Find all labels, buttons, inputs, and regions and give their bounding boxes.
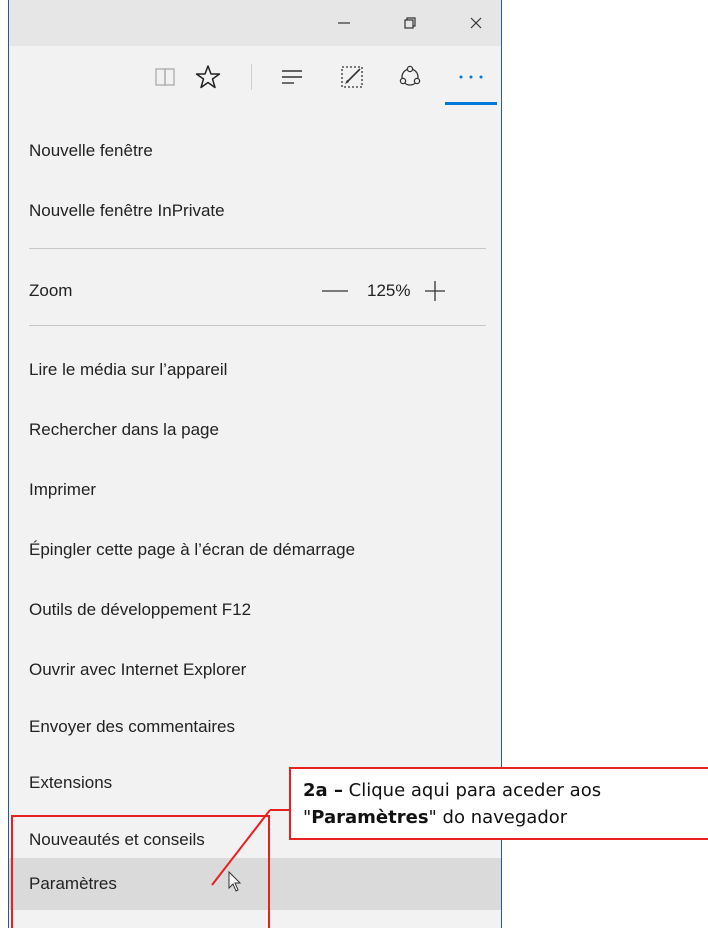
- callout-target: Paramètres: [311, 807, 429, 828]
- callout-text-line1: Clique aqui para aceder aos: [342, 780, 602, 801]
- annotation-callout: 2a – Clique aqui para aceder aos "Paramè…: [289, 767, 708, 840]
- callout-step-label: 2a –: [303, 780, 343, 801]
- callout-text-line2: do navegador: [436, 807, 568, 828]
- callout-quote-close: ": [428, 807, 437, 828]
